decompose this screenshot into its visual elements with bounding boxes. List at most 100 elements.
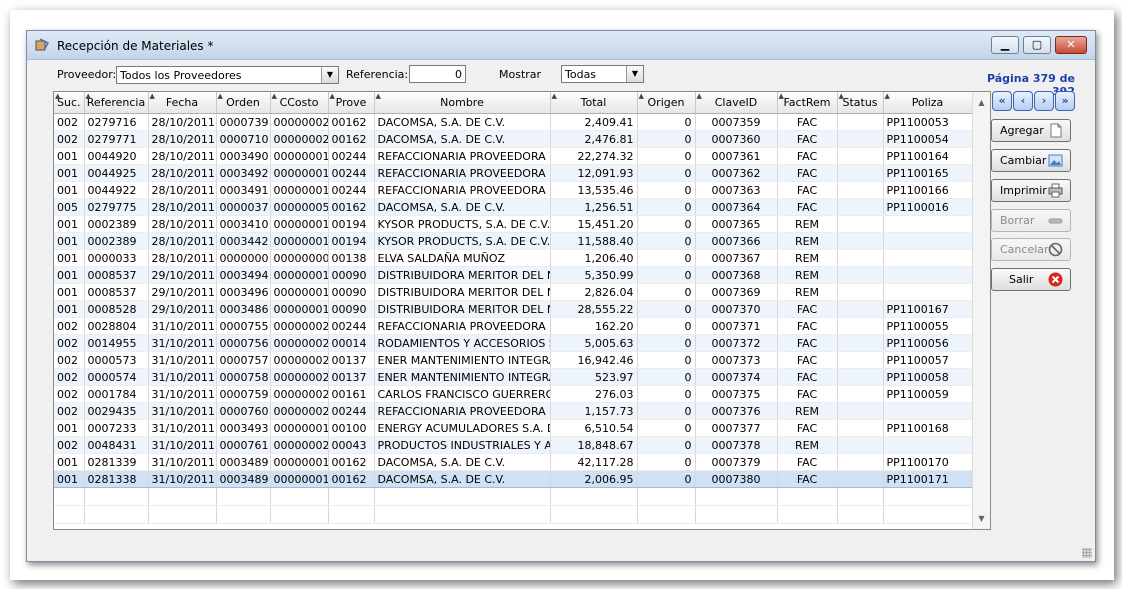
table-cell: PP1100165 [883,164,973,182]
table-cell: 28/10/2011 [148,215,217,233]
column-header[interactable]: ▲ Total [550,92,638,114]
sort-icon: ▲ [85,92,91,100]
column-header[interactable]: ▲ Status [837,92,884,114]
chevron-down-icon[interactable]: ▼ [626,66,643,82]
table-row[interactable]: 001 0044925 28/10/2011 0003492 00000001 00244… [54,164,973,182]
table-row[interactable]: 001 0007233 31/10/2011 0003493 00000001 00100… [54,419,973,437]
records-grid[interactable]: ▲ Suc. ▲ Referencia ▲ Fecha ▲ Orden ▲ CCosto ▲ Prov… [53,91,991,530]
column-header-label: CCosto [279,96,319,109]
table-row[interactable]: 002 0028804 31/10/2011 0000755 00000002 00244… [54,317,973,335]
cancelar-button[interactable]: Cancelar [991,238,1071,261]
table-cell: 00090 [328,283,375,301]
table-row[interactable]: 001 0002389 28/10/2011 0003410 00000001 00194… [54,215,973,233]
table-cell [837,351,884,369]
table-cell: 0 [637,164,696,182]
salir-button[interactable]: Salir [991,268,1071,291]
chevron-down-icon[interactable]: ▼ [321,67,338,83]
table-cell: 11,588.40 [550,232,638,250]
table-row[interactable]: 002 0000574 31/10/2011 0000758 00000002 00137… [54,368,973,386]
table-cell: 0 [637,249,696,267]
borrar-button[interactable]: Borrar [991,209,1071,232]
table-cell: 18,848.67 [550,436,638,454]
table-row[interactable]: 001 0281339 31/10/2011 0003489 00000001 00162… [54,453,973,471]
table-row[interactable]: 001 0044920 28/10/2011 0003490 00000001 00244… [54,147,973,165]
table-cell: 00000002 [270,402,329,420]
column-header[interactable]: ▲ Prove [328,92,375,114]
table-cell: 00162 [328,470,375,488]
empty-cell [374,505,551,524]
table-row[interactable]: 002 0001784 31/10/2011 0000759 00000002 00161… [54,385,973,403]
table-cell: 31/10/2011 [148,368,217,386]
table-cell: 0044925 [84,164,149,182]
column-header-label: Fecha [165,96,199,109]
table-row[interactable]: 002 0048431 31/10/2011 0000761 00000002 00043… [54,436,973,454]
column-header[interactable]: ▲ Referencia [84,92,149,114]
table-row[interactable]: 001 0008528 29/10/2011 0003486 00000001 00090… [54,300,973,318]
table-row[interactable]: 002 0279716 28/10/2011 0000739 00000002 00162… [54,113,973,131]
table-row[interactable]: 001 0008537 29/10/2011 0003494 00000001 00090… [54,266,973,284]
column-header[interactable]: ▲ Orden [216,92,271,114]
table-row[interactable]: 001 0002389 28/10/2011 0003442 00000001 00194… [54,232,973,250]
imprimir-button[interactable]: Imprimir [991,179,1071,202]
vertical-scrollbar[interactable]: ▲ ▼ [972,92,990,529]
column-header-label: Orden [226,96,260,109]
column-header[interactable]: ▲ FactRem [777,92,838,114]
table-cell: 0279716 [84,113,149,131]
table-cell: 0279775 [84,198,149,216]
last-page-button[interactable]: » [1055,91,1075,111]
column-header[interactable]: ▲ CCosto [270,92,329,114]
table-cell: 0007370 [695,300,778,318]
referencia-field[interactable] [409,65,466,83]
table-row[interactable]: 002 0029435 31/10/2011 0000760 00000002 00244… [54,402,973,420]
agregar-button[interactable]: Agregar [991,119,1071,142]
column-header[interactable]: ▲ ClaveID [695,92,778,114]
table-cell: 0 [637,181,696,199]
table-cell: 001 [54,419,85,437]
sort-icon: ▲ [271,92,277,100]
sort-icon: ▲ [884,92,890,100]
empty-cell [54,487,85,506]
resize-grip[interactable] [1082,548,1092,558]
last-page-icon: » [1061,94,1069,107]
table-cell: 0008537 [84,266,149,284]
cambiar-button[interactable]: Cambiar [991,149,1071,172]
table-row[interactable]: 001 0008537 29/10/2011 0003496 00000001 00090… [54,283,973,301]
title-bar[interactable]: Recepción de Materiales * ▁ ▢ ✕ [27,31,1095,60]
scroll-down-icon[interactable]: ▼ [973,510,990,527]
column-header[interactable]: ▲ Suc. [54,92,85,114]
table-cell: 0001784 [84,385,149,403]
table-cell: 0007361 [695,147,778,165]
table-row[interactable]: 002 0279771 28/10/2011 0000710 00000002 00162… [54,130,973,148]
table-row[interactable]: 001 0044922 28/10/2011 0003491 00000001 00244… [54,181,973,199]
table-row[interactable]: 002 0014955 31/10/2011 0000756 00000002 00014… [54,334,973,352]
table-row[interactable]: 001 0000033 28/10/2011 0000000 00000000 00138… [54,249,973,267]
table-cell: 0281339 [84,453,149,471]
table-cell: REFACCIONARIA PROVEEDORA DEL [374,164,551,182]
mostrar-select[interactable]: Todas ▼ [561,65,644,83]
table-cell: 00000002 [270,385,329,403]
table-row[interactable]: 005 0279775 28/10/2011 0000037 00000005 00162… [54,198,973,216]
column-header[interactable]: ▲ Fecha [148,92,217,114]
column-header[interactable]: ▲ Poliza [883,92,973,114]
minimize-button[interactable]: ▁ [991,36,1019,54]
referencia-input[interactable] [410,66,465,82]
table-row[interactable]: 001 0281338 31/10/2011 0003489 00000001 00162… [54,470,973,488]
scroll-up-icon[interactable]: ▲ [973,94,990,111]
table-cell: 5,350.99 [550,266,638,284]
prev-page-button[interactable]: ‹ [1013,91,1033,111]
table-cell: REFACCIONARIA PROVEEDORA DEL [374,181,551,199]
close-button[interactable]: ✕ [1055,36,1087,54]
table-cell: DISTRIBUIDORA MERITOR DEL NORT [374,300,551,318]
table-cell: 002 [54,334,85,352]
first-page-button[interactable]: « [992,91,1012,111]
cancelar-label: Cancelar [1000,243,1049,256]
table-row[interactable]: 002 0000573 31/10/2011 0000757 00000002 00137… [54,351,973,369]
column-header-label: Total [580,96,607,109]
next-page-button[interactable]: › [1034,91,1054,111]
table-cell: 0007378 [695,436,778,454]
table-cell: 0000573 [84,351,149,369]
maximize-button[interactable]: ▢ [1023,36,1051,54]
proveedor-select[interactable]: Todos los Proveedores ▼ [116,66,339,84]
column-header[interactable]: ▲ Nombre [374,92,551,114]
column-header[interactable]: ▲ Origen [637,92,696,114]
